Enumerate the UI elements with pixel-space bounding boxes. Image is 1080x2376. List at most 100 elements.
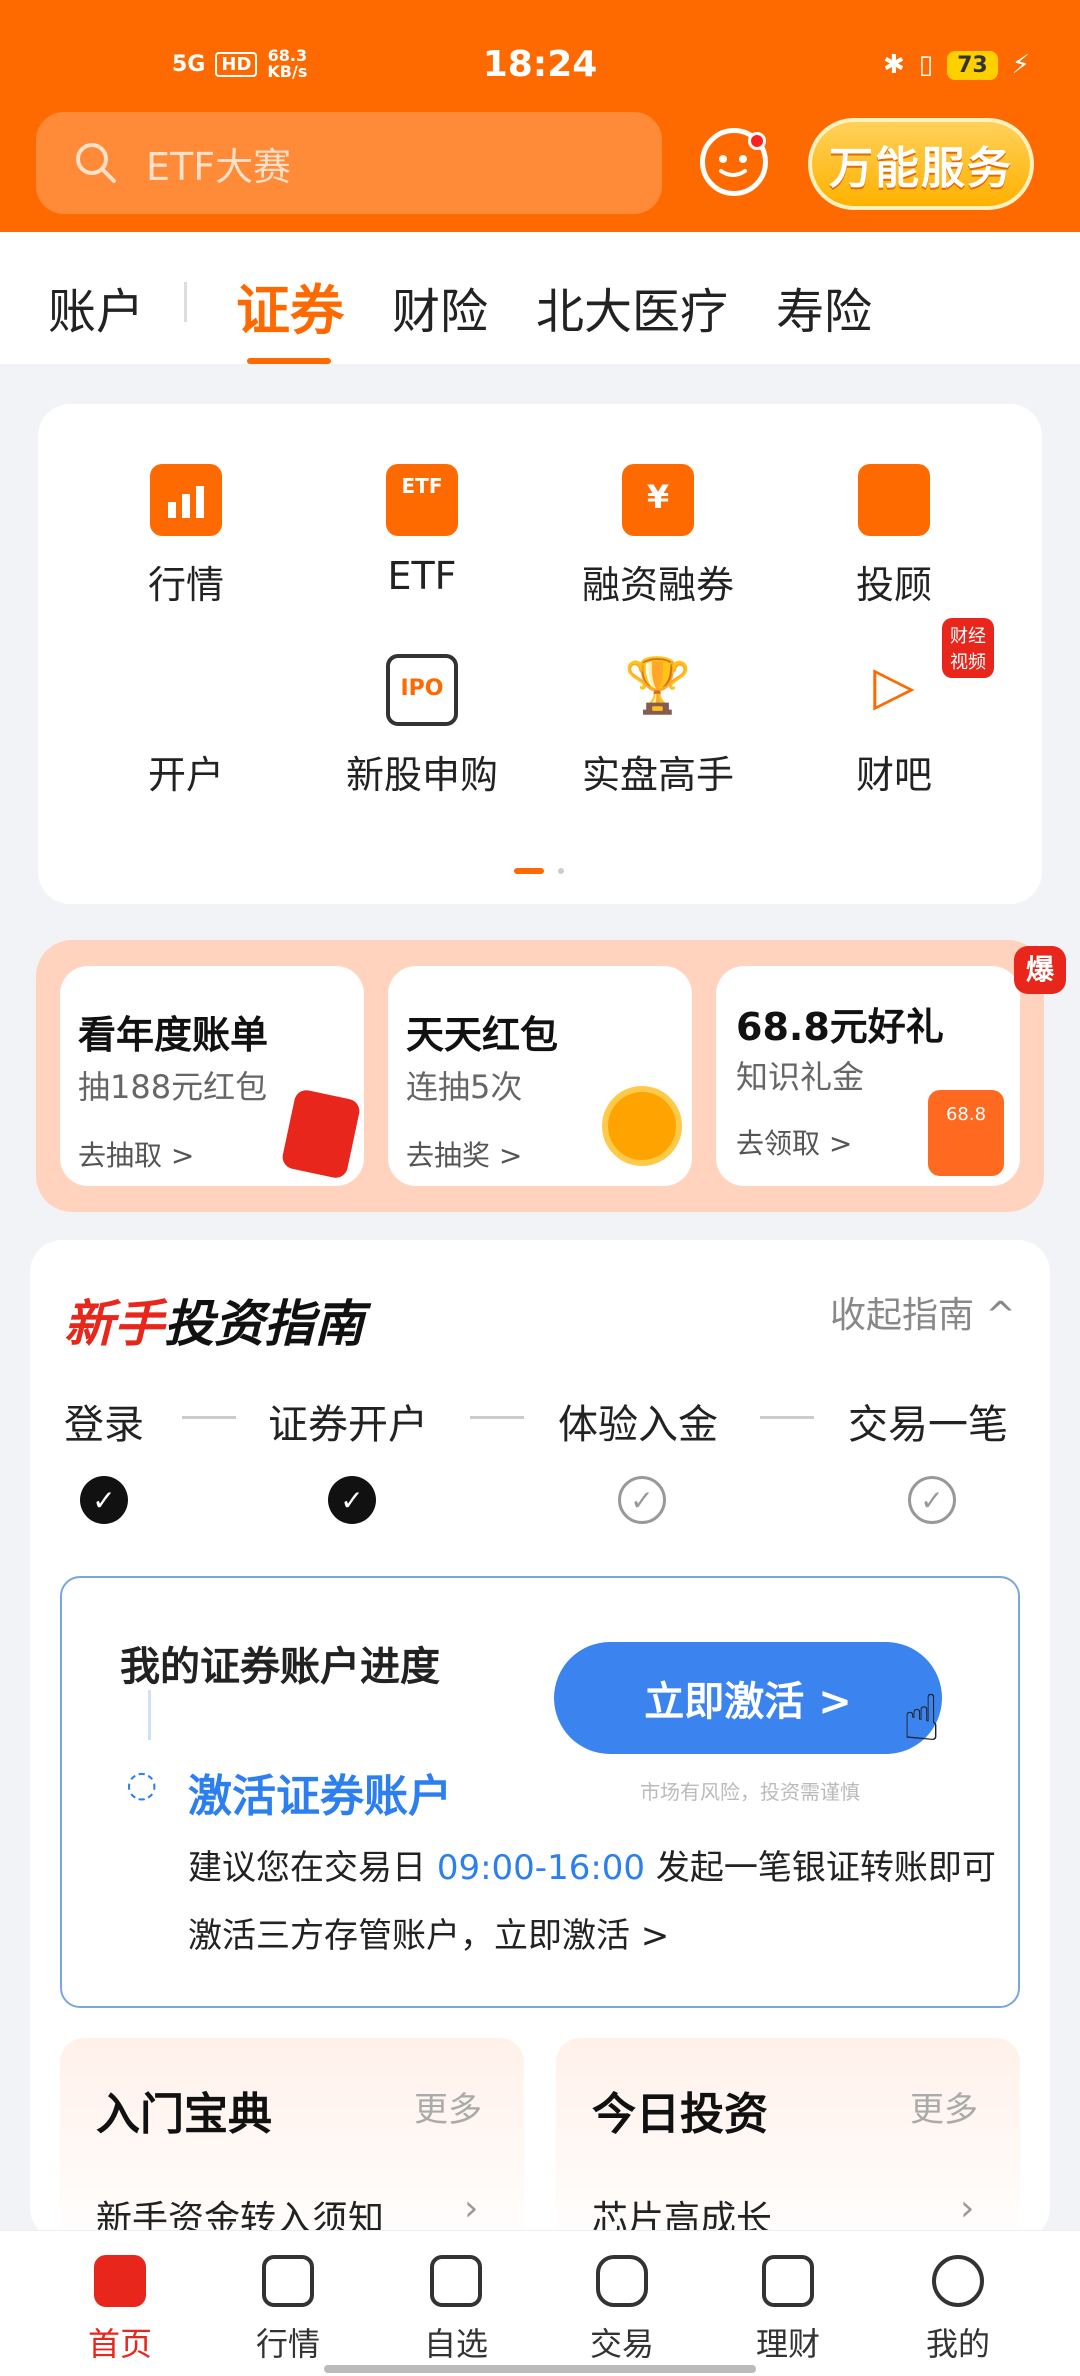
- red-envelope-icon: [280, 1088, 362, 1180]
- promo-subtitle: 知识礼金: [736, 1058, 865, 1096]
- step-deposit: 体验入金: [558, 1402, 718, 1448]
- check-outline-icon: ✓: [908, 1476, 956, 1524]
- nav-market[interactable]: 行情: [228, 2255, 348, 2365]
- chevron-right-icon: ›: [464, 2188, 479, 2229]
- beginner-guide-card: 新手投资指南 收起指南 ^ 登录 证券开户 体验入金 交易一笔 ✓ ✓ ✓ ✓ …: [30, 1240, 1050, 2258]
- step-login: 登录: [64, 1402, 144, 1448]
- status-bar-right: ✱ ▯ 73 ⚡: [883, 50, 1030, 80]
- grid-item-etf[interactable]: ETF ETF: [322, 464, 522, 598]
- page-indicator-active: [514, 868, 544, 874]
- tab-securities[interactable]: 证券: [236, 266, 344, 345]
- section-more-link[interactable]: 更多: [910, 2082, 978, 2131]
- check-icon: ✓: [80, 1476, 128, 1524]
- home-indicator: [324, 2365, 756, 2373]
- guide-title-red: 新手: [64, 1295, 164, 1353]
- trophy-icon: 🏆: [624, 654, 692, 717]
- gift-coupon-icon: 68.8: [928, 1090, 1004, 1176]
- grid-label: 投顾: [855, 563, 932, 607]
- video-badge: 财经视频: [942, 618, 994, 678]
- search-icon: [76, 143, 116, 183]
- tab-life-insurance[interactable]: 寿险: [776, 272, 872, 342]
- grid-label: 融资融券: [581, 563, 734, 607]
- desc-post: 发起一笔银证转账即可: [645, 1848, 996, 1888]
- advisor-icon: [858, 464, 930, 536]
- guide-title-black: 投资指南: [164, 1295, 364, 1353]
- check-outline-icon: ✓: [618, 1476, 666, 1524]
- bottom-nav: 首页 行情 自选 交易 理财 我的: [0, 2230, 1080, 2376]
- risk-note: 市场有风险，投资需谨慎: [640, 1780, 860, 1804]
- activate-account-title: 激活证券账户: [188, 1771, 452, 1822]
- nav-label: 我的: [925, 2325, 990, 2363]
- section-title: 入门宝典: [96, 2089, 272, 2140]
- pointing-hand-icon: ☝: [902, 1682, 941, 1756]
- desc-time: 09:00-16:00: [436, 1848, 646, 1888]
- tab-property-insurance[interactable]: 财险: [392, 272, 488, 342]
- step-open-account: 证券开户: [268, 1402, 428, 1448]
- collapse-guide-button[interactable]: 收起指南 ^: [830, 1286, 1016, 1338]
- universal-service-button[interactable]: 万能服务: [808, 118, 1034, 210]
- function-grid-card: 行情 ETF ETF ¥ 融资融券 投顾 开户 IPO 新股申购 🏆 实盘高手 …: [38, 404, 1042, 904]
- progress-title: 我的证券账户进度: [120, 1644, 440, 1690]
- nav-wealth[interactable]: 理财: [728, 2255, 848, 2365]
- play-icon: ▷: [873, 654, 915, 717]
- user-icon: [932, 2255, 984, 2307]
- section-more-link[interactable]: 更多: [414, 2082, 482, 2131]
- account-progress-box: 我的证券账户进度 立即激活 > ☝ 市场有风险，投资需谨慎 ◌ 激活证券账户 建…: [60, 1576, 1020, 2008]
- activate-desc-line1: 建议您在交易日 09:00-16:00 发起一笔银证转账即可: [188, 1840, 996, 1889]
- unread-dot: [748, 132, 766, 150]
- grid-item-caiba[interactable]: ▷ 财吧 财经视频: [794, 618, 994, 799]
- section-today-investing: 今日投资 更多 芯片高成长 ›: [556, 2038, 1020, 2258]
- nav-profile[interactable]: 我的: [898, 2255, 1018, 2365]
- activate-desc-line2[interactable]: 激活三方存管账户，立即激活 >: [188, 1908, 669, 1957]
- nav-trade[interactable]: 交易: [562, 2255, 682, 2365]
- nav-home[interactable]: 首页: [60, 2255, 180, 2365]
- promo-gift[interactable]: 68.8元好礼 知识礼金 去领取 > 68.8: [716, 966, 1020, 1186]
- grid-label: 财吧: [855, 753, 932, 797]
- search-bar[interactable]: ETF大赛: [36, 112, 662, 214]
- promo-title: 看年度账单: [78, 1013, 269, 1057]
- grid-label: 实盘高手: [581, 753, 734, 797]
- nav-label: 交易: [589, 2325, 654, 2363]
- page-indicator: [558, 868, 564, 874]
- nav-label: 理财: [755, 2325, 820, 2363]
- promo-subtitle: 抽188元红包: [78, 1068, 268, 1106]
- desc-pre: 建议您在交易日: [188, 1848, 437, 1888]
- vibrate-icon: ▯: [918, 50, 934, 80]
- grid-item-expert[interactable]: 🏆 实盘高手: [558, 654, 758, 799]
- etf-icon: ETF: [386, 464, 458, 536]
- top-header: 5G HD 68.3 KB/s 18:24 ✱ ▯ 73 ⚡ ETF大赛 万能服务: [0, 0, 1080, 232]
- home-icon: [94, 2255, 146, 2307]
- step-trade: 交易一笔: [848, 1402, 1008, 1448]
- chart-line-icon: [262, 2255, 314, 2307]
- ipo-icon: IPO: [386, 654, 458, 726]
- loading-spinner-icon: ◌: [126, 1764, 158, 1805]
- nav-label: 行情: [255, 2325, 320, 2363]
- check-icon: ✓: [328, 1476, 376, 1524]
- grid-item-margin[interactable]: ¥ 融资融券: [558, 464, 758, 609]
- promo-action: 去抽取 >: [78, 1139, 195, 1172]
- progress-line: [148, 1690, 151, 1740]
- tab-account[interactable]: 账户: [48, 272, 144, 342]
- guide-title: 新手投资指南: [64, 1284, 364, 1356]
- battery-level: 73: [947, 50, 998, 80]
- wallet-icon: [762, 2255, 814, 2307]
- grid-label: 行情: [147, 563, 224, 607]
- top-tabs: 账户 证券 财险 北大医疗 寿险: [0, 232, 1080, 364]
- step-connector: [470, 1416, 524, 1419]
- tab-divider: [184, 282, 187, 322]
- exchange-icon: [596, 2255, 648, 2307]
- charging-icon: ⚡: [1011, 50, 1030, 80]
- activate-now-button[interactable]: 立即激活 >: [554, 1642, 942, 1754]
- nav-watchlist[interactable]: 自选: [396, 2255, 516, 2365]
- tab-pku-healthcare[interactable]: 北大医疗: [536, 272, 728, 342]
- promo-daily-red-packet[interactable]: 天天红包 连抽5次 去抽奖 >: [388, 966, 692, 1186]
- promo-action: 去领取 >: [736, 1127, 853, 1160]
- grid-label: 新股申购: [345, 753, 498, 797]
- promo-strip: 看年度账单 抽188元红包 去抽取 > 天天红包 连抽5次 去抽奖 > 68.8…: [36, 940, 1066, 1212]
- promo-annual-bill[interactable]: 看年度账单 抽188元红包 去抽取 >: [60, 966, 364, 1186]
- grid-item-market[interactable]: 行情: [86, 464, 286, 609]
- grid-item-ipo[interactable]: IPO 新股申购: [322, 654, 522, 799]
- chevron-right-icon: ›: [960, 2188, 975, 2229]
- grid-item-open-account[interactable]: 开户: [86, 654, 286, 799]
- grid-item-advisor[interactable]: 投顾: [794, 464, 994, 609]
